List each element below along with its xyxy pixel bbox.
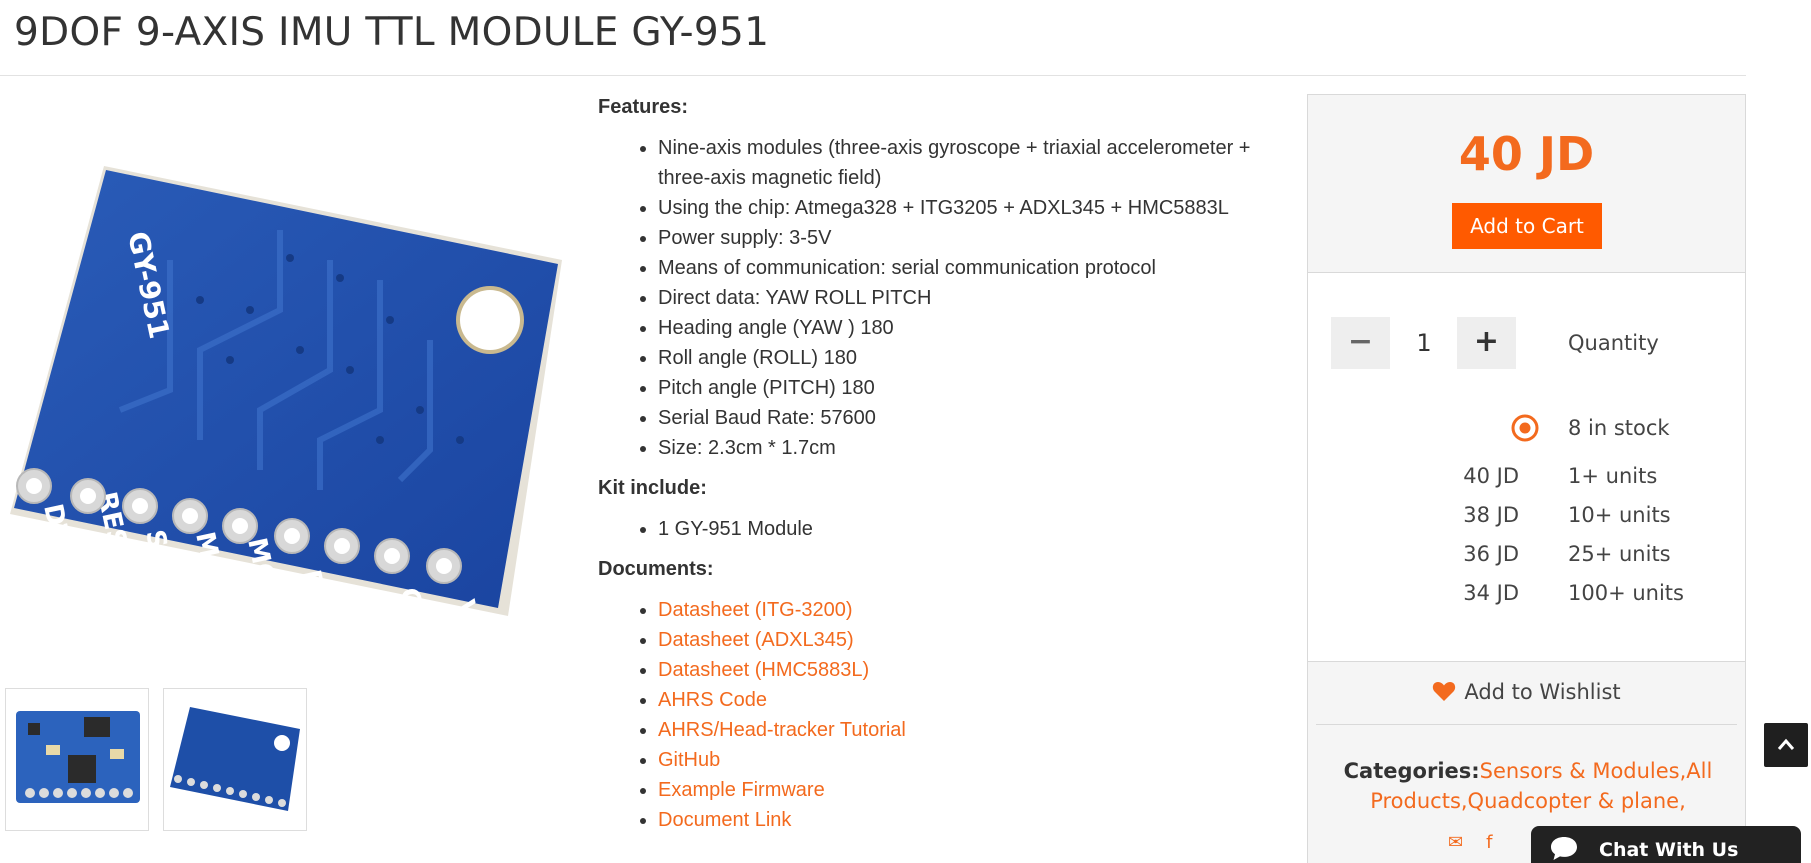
document-link-adxl345[interactable]: Datasheet (ADXL345)	[658, 629, 854, 651]
purchase-sidebar: 40 JD Add to Cart − 1 + Quantity 8 in st…	[1307, 94, 1746, 863]
price-box: 40 JD Add to Cart	[1308, 95, 1745, 273]
document-link-ahrs-code[interactable]: AHRS Code	[658, 689, 767, 711]
stock-dot-icon	[1511, 414, 1539, 442]
feature-item: Roll angle (ROLL) 180	[658, 343, 1298, 373]
kit-item: 1 GY-951 Module	[658, 514, 1298, 544]
thumbnail-back[interactable]	[163, 688, 307, 831]
wishlist-divider	[1316, 724, 1737, 725]
feature-item: Pitch angle (PITCH) 180	[658, 373, 1298, 403]
feature-item: Direct data: YAW ROLL PITCH	[658, 283, 1298, 313]
categories: Categories:Sensors & Modules,All Product…	[1328, 756, 1728, 816]
tier-price: 34 JD	[1463, 581, 1519, 605]
quantity-input[interactable]: 1	[1404, 317, 1444, 369]
tier-price: 36 JD	[1463, 542, 1519, 566]
kit-list: 1 GY-951 Module	[658, 514, 1298, 544]
features-heading: Features:	[598, 96, 689, 118]
main-product-image[interactable]: GY-951 DTR RESET SCK MISO MOSI RX TX GND…	[0, 110, 580, 670]
price-tier-row: 36 JD 25+ units	[1308, 539, 1745, 569]
tier-units: 10+ units	[1568, 503, 1671, 527]
product-price: 40 JD	[1458, 127, 1595, 181]
back-to-top-button[interactable]	[1764, 723, 1808, 767]
wishlist-label: Add to Wishlist	[1464, 680, 1621, 704]
tier-units: 25+ units	[1568, 542, 1671, 566]
quantity-increase-button[interactable]: +	[1457, 317, 1516, 369]
feature-item: Size: 2.3cm * 1.7cm	[658, 433, 1298, 463]
title-divider	[0, 75, 1746, 76]
price-tier-row: 40 JD 1+ units	[1308, 461, 1745, 491]
price-tier-row: 38 JD 10+ units	[1308, 500, 1745, 530]
quantity-decrease-button[interactable]: −	[1331, 317, 1390, 369]
chevron-up-icon	[1777, 738, 1795, 750]
categories-label: Categories:	[1343, 759, 1480, 783]
chat-widget-button[interactable]: Chat With Us	[1531, 826, 1801, 863]
gy951-board-illustration: GY-951 DTR RESET SCK MISO MOSI RX TX GND…	[10, 166, 562, 655]
feature-item: Using the chip: Atmega328 + ITG3205 + AD…	[658, 193, 1298, 223]
document-link-document[interactable]: Document Link	[658, 809, 791, 831]
features-list: Nine-axis modules (three-axis gyroscope …	[658, 133, 1298, 463]
tier-units: 1+ units	[1568, 464, 1658, 488]
stock-text: 8 in stock	[1568, 416, 1670, 440]
tier-units: 100+ units	[1568, 581, 1684, 605]
feature-item: Means of communication: serial communica…	[658, 253, 1298, 283]
documents-heading: Documents:	[598, 558, 714, 580]
feature-item: Serial Baud Rate: 57600	[658, 403, 1298, 433]
document-link-ahrs-tutorial[interactable]: AHRS/Head-tracker Tutorial	[658, 719, 906, 741]
chat-bubble-icon	[1551, 837, 1577, 860]
document-link-itg3200[interactable]: Datasheet (ITG-3200)	[658, 599, 853, 621]
thumbnail-front-image	[16, 711, 140, 803]
quantity-label: Quantity	[1568, 331, 1659, 355]
envelope-icon[interactable]: ✉	[1448, 832, 1463, 853]
feature-item: Heading angle (YAW ) 180	[658, 313, 1298, 343]
chat-label: Chat With Us	[1599, 839, 1739, 861]
heart-icon	[1433, 682, 1456, 701]
feature-item: Power supply: 3-5V	[658, 223, 1298, 253]
stock-status: 8 in stock	[1308, 413, 1745, 443]
kit-heading: Kit include:	[598, 477, 707, 499]
thumbnail-back-image	[170, 707, 300, 811]
document-link-hmc5883l[interactable]: Datasheet (HMC5883L)	[658, 659, 869, 681]
price-tier-row: 34 JD 100+ units	[1308, 578, 1745, 608]
tier-price: 40 JD	[1463, 464, 1519, 488]
pin-label: TX	[345, 587, 382, 630]
tier-price: 38 JD	[1463, 503, 1519, 527]
thumbnail-front[interactable]	[5, 688, 149, 831]
feature-item: Nine-axis modules (three-axis gyroscope …	[658, 133, 1298, 193]
quantity-stepper: − 1 + Quantity	[1308, 317, 1745, 369]
documents-list: Datasheet (ITG-3200) Datasheet (ADXL345)…	[658, 595, 1298, 835]
page-title: 9DOF 9-AXIS IMU TTL MODULE GY-951	[14, 10, 770, 55]
add-to-wishlist-button[interactable]: Add to Wishlist	[1308, 680, 1745, 704]
product-description: Features: Nine-axis modules (three-axis …	[598, 96, 1298, 849]
add-to-cart-button[interactable]: Add to Cart	[1452, 203, 1602, 249]
document-link-example-firmware[interactable]: Example Firmware	[658, 779, 825, 801]
share-icons: ✉ f	[1448, 832, 1510, 853]
document-link-github[interactable]: GitHub	[658, 749, 720, 771]
facebook-icon[interactable]: f	[1486, 832, 1492, 853]
